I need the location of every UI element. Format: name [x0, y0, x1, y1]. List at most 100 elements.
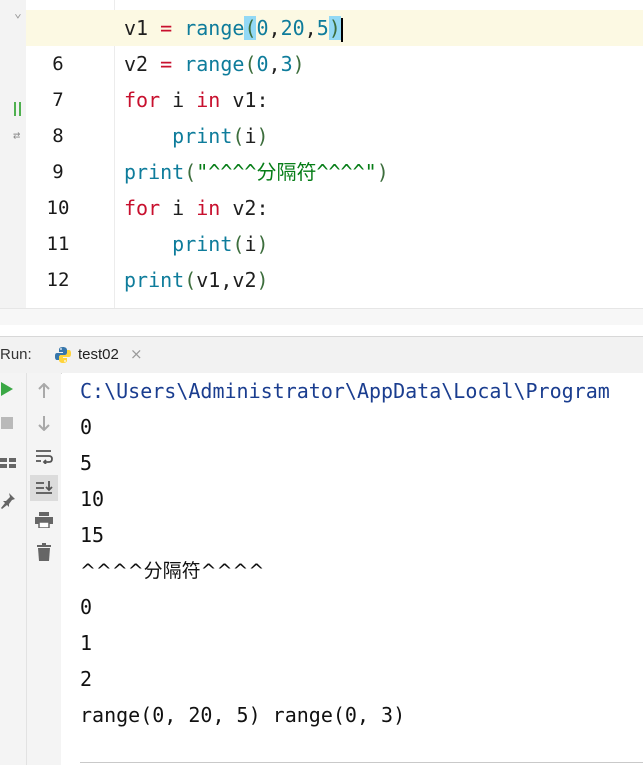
- code-token: v1:: [220, 88, 269, 112]
- scroll-to-end-icon[interactable]: [30, 475, 58, 501]
- gutter-divider: [114, 0, 115, 308]
- code-token: (: [244, 52, 257, 76]
- code-token: 3: [280, 52, 293, 76]
- code-token: v2: [124, 52, 161, 76]
- arrow-up-icon[interactable]: [34, 381, 54, 401]
- code-token: ,: [304, 16, 317, 40]
- console-output-line: 10: [80, 487, 105, 511]
- code-token: ): [292, 52, 305, 76]
- code-token: 0: [256, 16, 269, 40]
- code-token: i: [244, 124, 257, 148]
- console-output-line: 0: [80, 415, 93, 439]
- python-icon: [55, 347, 71, 363]
- code-token: range: [184, 52, 245, 76]
- code-token: =: [160, 52, 173, 76]
- close-icon[interactable]: ×: [130, 345, 143, 363]
- run-toolbar: [0, 373, 27, 765]
- console-command-line: C:\Users\Administrator\AppData\Local\Pro…: [80, 379, 610, 403]
- code-token: in: [196, 88, 221, 112]
- run-tool-window-header: Run: test02 ×: [0, 336, 643, 374]
- console-output-line: 2: [80, 667, 93, 691]
- arrow-down-icon[interactable]: [34, 413, 54, 433]
- code-line[interactable]: print("^^^^分隔符^^^^"): [124, 154, 389, 190]
- code-token: ,: [268, 16, 281, 40]
- change-marker-icon: [14, 102, 21, 116]
- code-token: =: [160, 16, 173, 40]
- code-line[interactable]: print(i): [124, 118, 269, 154]
- code-token: v1: [196, 268, 221, 292]
- code-token: range: [184, 16, 245, 40]
- code-line[interactable]: print(v1,v2): [124, 262, 269, 298]
- code-line[interactable]: for i in v2:: [124, 190, 269, 226]
- code-token: ): [256, 232, 269, 256]
- line-number: 10: [46, 197, 70, 219]
- code-token: (: [232, 232, 245, 256]
- print-icon[interactable]: [32, 509, 56, 531]
- code-editor[interactable]: ⌄ ⇄ 56789101112 v1 = range(0,20,5)v2 = r…: [0, 0, 643, 308]
- chevron-down-icon[interactable]: ⌄: [14, 6, 22, 21]
- code-token: (: [244, 16, 257, 40]
- code-token: print: [172, 124, 233, 148]
- code-token: print: [124, 160, 185, 184]
- code-token: ): [256, 268, 269, 292]
- code-token: in: [196, 196, 221, 220]
- code-line[interactable]: for i in v1:: [124, 82, 269, 118]
- play-icon[interactable]: [0, 379, 14, 399]
- code-token: i: [160, 88, 197, 112]
- console-output-line: 15: [80, 523, 105, 547]
- tab-label: test02: [78, 346, 119, 363]
- code-token: ,: [268, 52, 281, 76]
- code-token: for: [124, 196, 161, 220]
- pin-icon[interactable]: [0, 491, 16, 511]
- line-number: 11: [46, 233, 70, 255]
- line-number: 9: [52, 161, 64, 183]
- code-token: (: [184, 268, 197, 292]
- line-number: 6: [52, 53, 64, 75]
- run-label: Run:: [0, 346, 32, 363]
- console-bottom-divider: [80, 762, 643, 763]
- code-token: ): [376, 160, 389, 184]
- code-token: "^^^^分隔符^^^^": [196, 160, 377, 184]
- code-line[interactable]: print(i): [124, 226, 269, 262]
- line-number-gutter: 56789101112: [26, 0, 114, 308]
- code-token: v2: [232, 268, 257, 292]
- code-token: print: [172, 232, 233, 256]
- console-output[interactable]: C:\Users\Administrator\AppData\Local\Pro…: [62, 373, 643, 765]
- code-token: i: [244, 232, 257, 256]
- trash-icon[interactable]: [32, 541, 56, 563]
- editor-bottom-bar: [0, 308, 643, 325]
- code-line[interactable]: v1 = range(0,20,5): [124, 10, 343, 46]
- code-token: 5: [316, 16, 329, 40]
- code-token: print: [124, 268, 185, 292]
- code-token: 20: [280, 16, 305, 40]
- code-token: i: [160, 196, 197, 220]
- line-number: 7: [52, 89, 64, 111]
- soft-wrap-icon[interactable]: [32, 445, 56, 467]
- code-token: ,: [220, 268, 233, 292]
- stop-icon[interactable]: [0, 413, 14, 433]
- code-token: (: [184, 160, 197, 184]
- editor-left-strip: ⌄ ⇄: [0, 0, 26, 308]
- code-token: for: [124, 88, 161, 112]
- layout-icon[interactable]: [0, 453, 16, 473]
- console-toolbar: [27, 373, 61, 765]
- code-token: ): [328, 16, 341, 40]
- console-output-line: 1: [80, 631, 93, 655]
- code-token: (: [232, 124, 245, 148]
- line-number: 8: [52, 125, 64, 147]
- line-number: 12: [46, 269, 70, 291]
- console-output-line: range(0, 20, 5) range(0, 3): [80, 703, 406, 727]
- code-token: v2:: [220, 196, 269, 220]
- code-token: 0: [256, 52, 269, 76]
- console-output-line: 5: [80, 451, 93, 475]
- text-caret: [340, 17, 343, 42]
- code-line[interactable]: v2 = range(0,3): [124, 46, 305, 82]
- tab-test02[interactable]: test02 ×: [50, 337, 150, 373]
- console-output-line: ^^^^分隔符^^^^: [80, 560, 265, 582]
- diff-icon: ⇄: [13, 128, 21, 142]
- code-token: ): [256, 124, 269, 148]
